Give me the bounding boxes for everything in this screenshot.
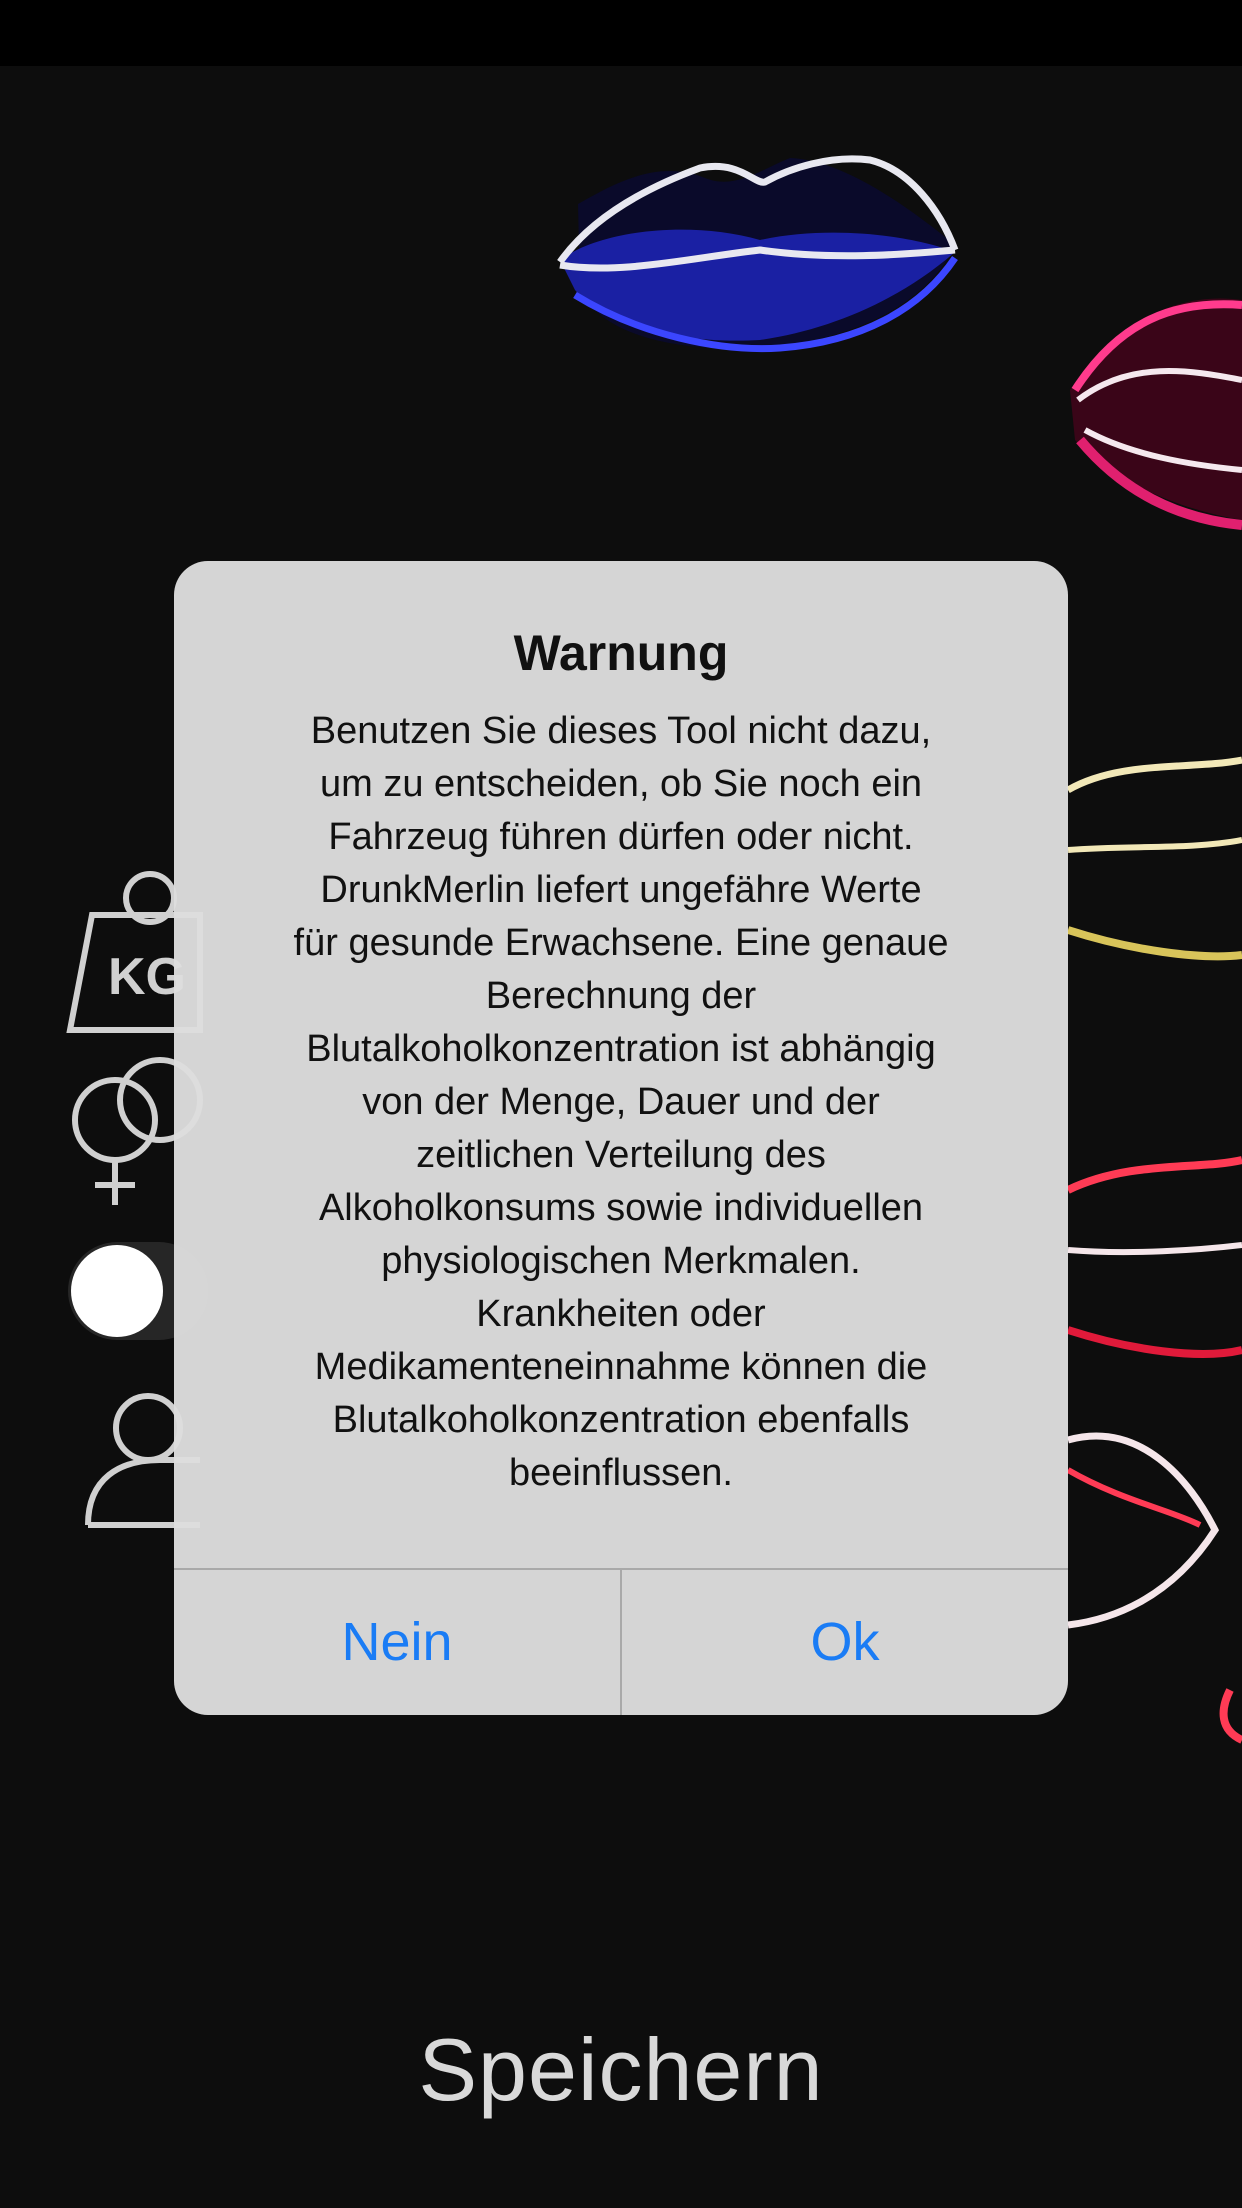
warning-alert-dialog: Warnung Benutzen Sie dieses Tool nicht d… (174, 561, 1068, 1715)
alert-actions: Nein Ok (174, 1568, 1068, 1715)
save-button[interactable]: Speichern (371, 2010, 871, 2130)
alert-message: Benutzen Sie dieses Tool nicht dazu, um … (293, 710, 949, 1494)
no-button[interactable]: Nein (174, 1570, 620, 1715)
ok-button[interactable]: Ok (622, 1570, 1068, 1715)
alert-title: Warnung (513, 625, 729, 681)
